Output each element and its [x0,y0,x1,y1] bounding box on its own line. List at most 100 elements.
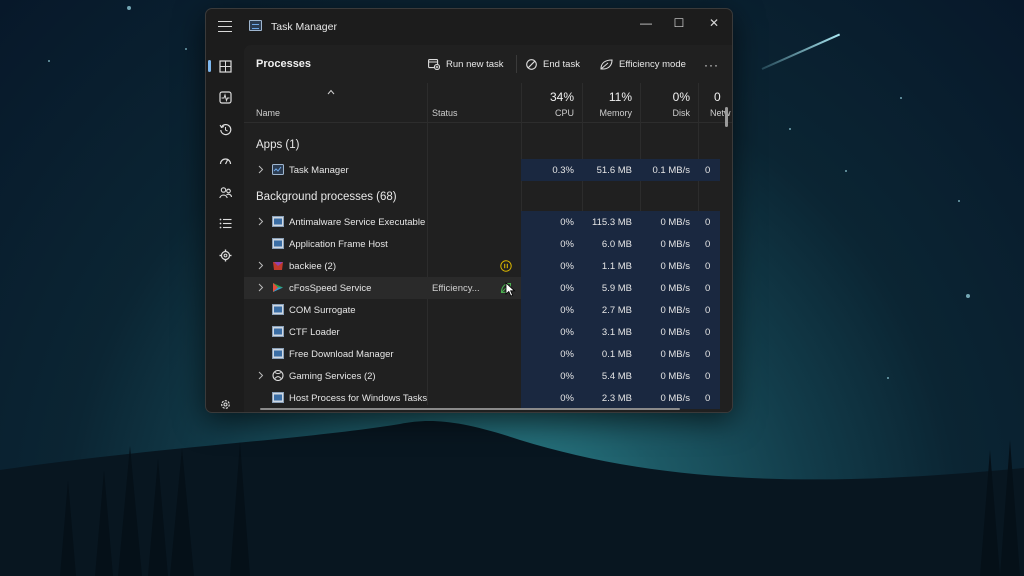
table-row[interactable]: Antimalware Service Executable 0% 115.3 … [244,211,720,233]
disk-cell: 0 MB/s [660,393,690,404]
table-row[interactable]: Task Manager 0.3% 51.6 MB 0.1 MB/s 0 [244,159,720,181]
cpu-cell: 0% [560,261,574,272]
hamburger-menu-icon[interactable] [218,21,232,32]
title-bar[interactable]: Task Manager — ☐ ✕ [206,9,732,45]
end-task-label: End task [543,58,580,70]
process-name: cFosSpeed Service [289,283,372,294]
sidebar-item-details[interactable] [211,211,239,235]
run-new-task-button[interactable]: Run new task [428,55,504,73]
maximize-button[interactable]: ☐ [664,13,694,33]
table-row[interactable]: cFosSpeed Service Efficiency... 0% 5.9 M… [244,277,720,299]
process-name: CTF Loader [289,327,340,338]
cfosspeed-app-icon [273,283,283,292]
performance-icon [218,90,232,104]
sidebar [206,45,244,412]
memory-cell: 1.1 MB [601,261,632,272]
cpu-cell: 0.3% [552,165,574,176]
backiee-app-icon [273,262,283,270]
column-header-cpu[interactable]: CPU [524,108,574,118]
chevron-right-icon[interactable] [258,371,264,380]
process-name: COM Surrogate [289,305,356,316]
shooting-star [761,33,841,70]
star [887,377,889,379]
network-cell: 0 [705,305,711,316]
disk-cell: 0 MB/s [660,327,690,338]
end-task-button[interactable]: End task [526,55,580,73]
column-header-cpu-percent[interactable]: 34% [524,90,574,104]
sidebar-item-services[interactable] [211,243,239,267]
task-manager-process-icon [272,164,284,175]
disk-cell: 0 MB/s [660,305,690,316]
mouse-cursor-icon [505,282,516,297]
toolbar-separator [516,55,517,73]
column-header-name[interactable]: Name [256,108,280,118]
window-app-icon [272,304,284,315]
network-cell: 0 [705,371,711,382]
more-options-icon[interactable]: ··· [704,58,719,72]
disk-cell: 0 MB/s [660,217,690,228]
metrics-cells: 0% 0.1 MB 0 MB/s 0 [521,343,720,365]
end-task-icon [526,58,537,70]
window-app-icon [272,326,284,337]
process-name: Task Manager [289,165,349,176]
column-header-disk-percent[interactable]: 0% [640,90,690,104]
table-row[interactable]: backiee (2) 0% 1.1 MB 0 MB/s 0 [244,255,720,277]
memory-cell: 51.6 MB [596,165,632,176]
memory-cell: 115.3 MB [592,217,632,228]
app-history-icon [219,123,231,135]
network-cell: 0 [705,283,711,294]
minimize-button[interactable]: — [631,13,661,33]
disk-cell: 0 MB/s [660,239,690,250]
metrics-cells: 0% 2.3 MB 0 MB/s 0 [521,387,720,409]
details-icon [219,218,231,228]
close-button[interactable]: ✕ [699,13,729,33]
window-app-icon [272,216,284,227]
process-status: Efficiency... [432,283,480,294]
metrics-cells: 0.3% 51.6 MB 0.1 MB/s 0 [521,159,720,181]
column-header-disk[interactable]: Disk [640,108,691,118]
chevron-right-icon[interactable] [258,283,264,292]
column-header-row: Name Status 34% CPU 11% Memory 0% Disk 0… [244,83,732,123]
network-cell: 0 [705,165,711,176]
table-row[interactable]: Application Frame Host 0% 6.0 MB 0 MB/s … [244,233,720,255]
group-header-apps[interactable]: Apps (1) [256,139,299,151]
star [900,97,902,99]
page-title: Processes [256,58,312,70]
window-app-icon [272,392,284,403]
sidebar-item-app-history[interactable] [211,117,239,141]
chevron-right-icon[interactable] [258,261,264,270]
column-header-memory-percent[interactable]: 11% [582,90,632,104]
column-header-status[interactable]: Status [432,108,458,118]
network-cell: 0 [705,261,711,272]
memory-cell: 2.7 MB [601,305,632,316]
disk-cell: 0 MB/s [660,349,690,360]
metrics-cells: 0% 5.9 MB 0 MB/s 0 [521,277,720,299]
sidebar-item-users[interactable] [211,180,239,204]
sidebar-item-processes[interactable] [208,54,239,78]
efficiency-leaf-icon [600,58,613,70]
efficiency-mode-button[interactable]: Efficiency mode [600,55,686,73]
column-header-network-percent[interactable]: 0 [714,90,732,104]
table-row[interactable]: Host Process for Windows Tasks 0% 2.3 MB… [244,387,720,409]
vertical-scrollbar-thumb[interactable] [725,107,728,127]
memory-cell: 5.4 MB [601,371,632,382]
sort-ascending-icon[interactable] [327,88,335,96]
table-row[interactable]: COM Surrogate 0% 2.7 MB 0 MB/s 0 [244,299,720,321]
sidebar-item-settings[interactable] [211,392,239,412]
table-row[interactable]: CTF Loader 0% 3.1 MB 0 MB/s 0 [244,321,720,343]
sidebar-item-performance[interactable] [211,85,239,109]
group-header-background[interactable]: Background processes (68) [256,191,397,203]
sidebar-item-startup-apps[interactable] [211,148,239,172]
chevron-right-icon[interactable] [258,217,264,226]
chevron-right-icon[interactable] [258,165,264,174]
column-header-network[interactable]: Netw [710,108,732,118]
table-row[interactable]: Gaming Services (2) 0% 5.4 MB 0 MB/s 0 [244,365,720,387]
run-new-task-label: Run new task [446,58,504,70]
memory-cell: 5.9 MB [601,283,632,294]
process-name: Free Download Manager [289,349,394,360]
table-row[interactable]: Free Download Manager 0% 0.1 MB 0 MB/s 0 [244,343,720,365]
processes-page: Processes Run new task End task Efficien… [244,45,732,412]
horizontal-scrollbar-thumb[interactable] [260,408,680,410]
window-app-icon [272,348,284,359]
column-header-memory[interactable]: Memory [582,108,632,118]
